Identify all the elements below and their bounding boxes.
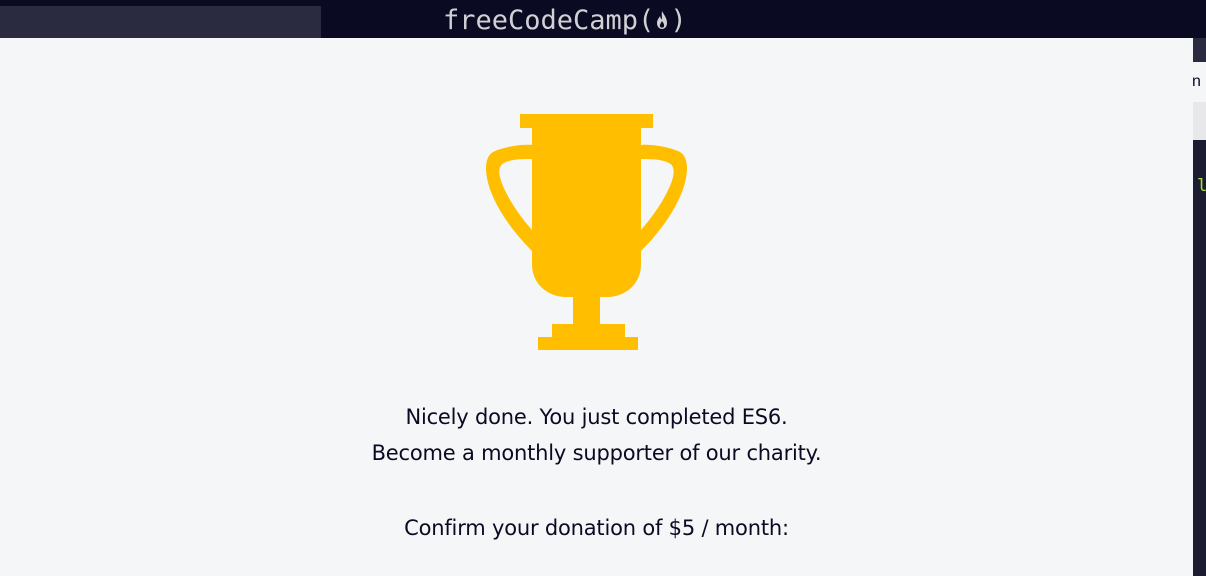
logo-text: freeCodeCamp( [443, 4, 655, 36]
top-navbar: freeCodeCamp( ) [0, 0, 1206, 38]
trophy-icon [486, 114, 687, 350]
logo-text-close: ) [670, 4, 687, 36]
completion-modal: Nicely done. You just completed ES6. Bec… [0, 38, 1193, 576]
freecodecamp-logo[interactable]: freeCodeCamp( ) [443, 3, 687, 37]
completion-message: Nicely done. You just completed ES6. [405, 405, 788, 429]
supporter-message: Become a monthly supporter of our charit… [371, 441, 822, 465]
donation-confirm-message: Confirm your donation of $5 / month: [404, 516, 789, 540]
background-tab-label: n [1192, 73, 1201, 90]
search-input[interactable] [0, 6, 321, 38]
background-code-text: l [1197, 176, 1206, 196]
flame-icon [657, 11, 668, 29]
